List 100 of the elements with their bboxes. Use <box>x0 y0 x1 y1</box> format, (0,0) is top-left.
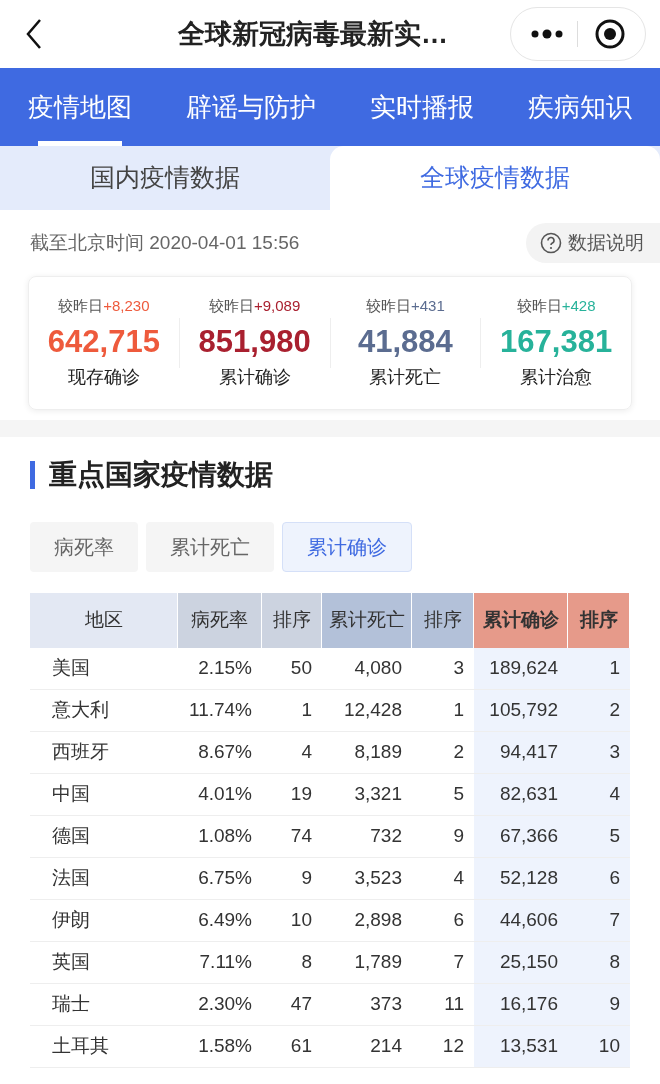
delta-value: +8,230 <box>103 296 150 317</box>
table-cell-text: 1.08% <box>197 824 253 849</box>
table-cell: 3 <box>568 732 630 773</box>
table-cell-text: 4.01% <box>197 782 253 807</box>
table-cell-text: 美国 <box>51 656 91 681</box>
table-cell-text: 732 <box>369 824 403 849</box>
table-cell-text: 47 <box>289 992 313 1017</box>
delta-label: 较昨日 <box>516 296 562 317</box>
table-cell: 4 <box>568 774 630 815</box>
table-cell-text: 6.49% <box>197 908 253 933</box>
table-cell-text: 61 <box>289 1034 313 1059</box>
delta-value: +431 <box>410 296 445 317</box>
nav-tab[interactable]: 疾病知识 <box>528 68 632 146</box>
table-cell: 6 <box>568 858 630 899</box>
table-cell-text: 7 <box>452 950 465 975</box>
section-marker <box>30 461 35 489</box>
table-cell-text: 9 <box>300 866 313 891</box>
nav-tab[interactable]: 辟谣与防护 <box>186 68 316 146</box>
stat-value: 41,884 <box>357 322 453 361</box>
delta-label: 较昨日 <box>58 296 104 317</box>
table-cell: 82,631 <box>474 774 568 815</box>
column-header[interactable]: 排序 <box>412 593 474 648</box>
table-cell: 105,792 <box>474 690 568 731</box>
column-header[interactable]: 累计确诊 <box>474 593 568 648</box>
table-cell-text: 1 <box>452 698 465 723</box>
table-cell: 52,128 <box>474 858 568 899</box>
nav-tab[interactable]: 实时播报 <box>370 68 474 146</box>
table-cell-text: 11 <box>443 992 465 1017</box>
table-cell-text: 3,321 <box>353 782 403 807</box>
stat-label: 累计死亡 <box>369 365 442 389</box>
stat-label: 累计治愈 <box>520 365 593 389</box>
table-cell-text: 4,080 <box>353 656 403 681</box>
page-title: 全球新冠病毒最新实… <box>178 17 448 51</box>
column-header[interactable]: 病死率 <box>178 593 262 648</box>
table-cell: 7 <box>568 900 630 941</box>
table-cell-text: 法国 <box>51 866 91 891</box>
table-cell-text: 5 <box>452 782 465 807</box>
table-cell-text: 3 <box>452 656 465 681</box>
table-cell-text: 12,428 <box>342 698 403 723</box>
table-cell: 10 <box>568 1026 630 1067</box>
table-cell-text: 7.11% <box>198 950 253 975</box>
table-cell: 16,176 <box>474 984 568 1025</box>
data-info-button[interactable]: 数据说明 <box>526 223 660 263</box>
table-cell-text: 德国 <box>51 824 91 849</box>
table-cell-text: 373 <box>369 992 403 1017</box>
table-cell: 13,531 <box>474 1026 568 1067</box>
help-icon <box>540 232 562 254</box>
stat-label: 现存确诊 <box>67 365 140 389</box>
table-cell-text: 8 <box>300 950 313 975</box>
table-cell-text: 1,789 <box>353 950 403 975</box>
table-cell: 9 <box>568 984 630 1025</box>
table-cell: 8 <box>568 942 630 983</box>
stat-value: 167,381 <box>500 322 613 361</box>
table-cell-text: 6 <box>452 908 465 933</box>
table-cell-text: 2.30% <box>197 992 253 1017</box>
table-cell-text: 4 <box>300 740 313 765</box>
stat-label: 累计确诊 <box>218 365 291 389</box>
table-cell-text: 74 <box>289 824 313 849</box>
table-cell: 44,606 <box>474 900 568 941</box>
table-cell-text: 214 <box>369 1034 403 1059</box>
column-header[interactable]: 排序 <box>568 593 630 648</box>
section-title: 重点国家疫情数据 <box>49 458 273 492</box>
table-cell-text: 1 <box>300 698 313 723</box>
table-cell-text: 土耳其 <box>51 1034 110 1059</box>
table-cell-text: 8.67% <box>197 740 253 765</box>
table-cell-text: 9 <box>452 824 465 849</box>
table-cell-text: 西班牙 <box>51 740 110 765</box>
table-cell-text: 11.74% <box>187 698 253 723</box>
back-icon[interactable] <box>24 18 44 50</box>
delta-value: +9,089 <box>253 296 301 317</box>
filter-tab[interactable]: 病死率 <box>30 522 138 572</box>
delta-value: +428 <box>561 296 596 317</box>
column-header[interactable]: 累计死亡 <box>322 593 412 648</box>
filter-tab[interactable]: 累计死亡 <box>146 522 274 572</box>
table-cell: 94,417 <box>474 732 568 773</box>
table-cell-text: 意大利 <box>51 698 110 723</box>
table-cell-text: 2 <box>452 740 465 765</box>
table-cell-text: 8,189 <box>353 740 403 765</box>
table-cell-text: 英国 <box>51 950 91 975</box>
table-cell: 1 <box>568 648 630 689</box>
more-icon[interactable] <box>531 29 563 39</box>
data-tab[interactable]: 全球疫情数据 <box>330 146 660 210</box>
table-cell-text: 19 <box>289 782 313 807</box>
table-cell-text: 50 <box>289 656 313 681</box>
column-header[interactable]: 地区 <box>30 593 178 648</box>
nav-tab[interactable]: 疫情地图 <box>28 68 132 146</box>
column-header[interactable]: 排序 <box>262 593 322 648</box>
table-cell-text: 1.58% <box>197 1034 253 1059</box>
stat-value: 642,715 <box>47 322 160 361</box>
table-cell-text: 伊朗 <box>51 908 91 933</box>
filter-tab[interactable]: 累计确诊 <box>282 522 412 572</box>
table-cell-text: 瑞士 <box>51 992 91 1017</box>
table-cell-text: 4 <box>452 866 465 891</box>
table-cell-text: 6.75% <box>197 866 253 891</box>
table-cell: 25,150 <box>474 942 568 983</box>
table-cell-text: 2.15% <box>197 656 253 681</box>
table-cell: 189,624 <box>474 648 568 689</box>
timestamp: 截至北京时间 2020-04-01 15:56 <box>30 230 300 255</box>
table-cell-text: 2,898 <box>353 908 403 933</box>
table-cell-text: 10 <box>289 908 313 933</box>
